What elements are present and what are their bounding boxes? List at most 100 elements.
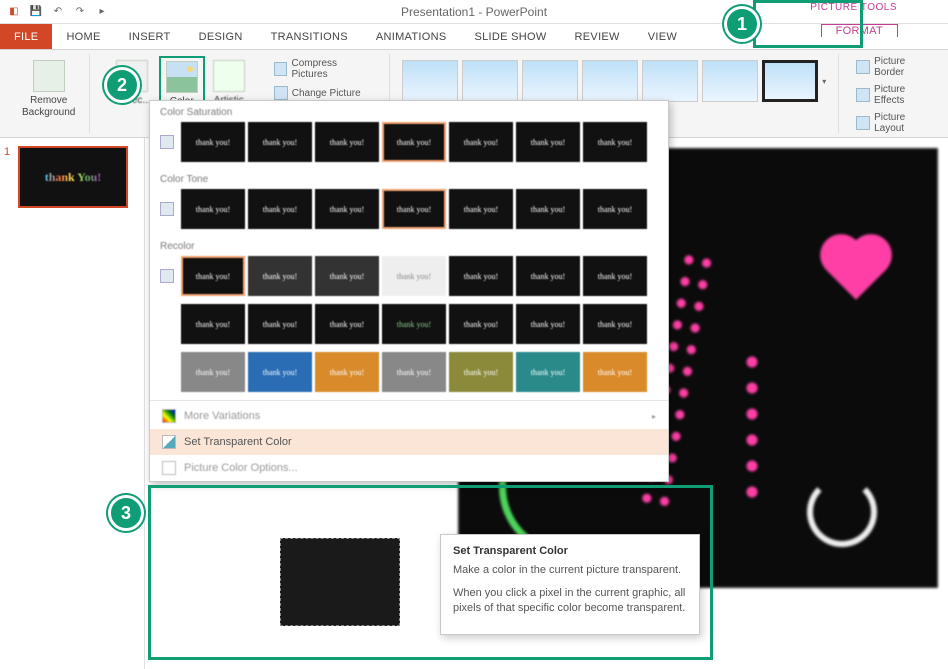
remove-background-button[interactable]: Remove Background (16, 56, 81, 123)
tone-preset[interactable]: thank you! (449, 189, 513, 229)
slide-thumbnail[interactable]: thank You! (18, 146, 128, 208)
tone-preset[interactable]: thank you! (516, 189, 580, 229)
slide-thumbnail-panel[interactable]: 1 thank You! (0, 138, 145, 669)
recolor-preset[interactable]: thank you! (382, 256, 446, 296)
callout-2: 2 (104, 67, 140, 103)
recolor-preset[interactable]: thank you! (382, 304, 446, 344)
remove-bg-label: Remove Background (22, 95, 75, 119)
tone-preset[interactable]: thank you! (181, 189, 245, 229)
undo-icon[interactable]: ↶ (50, 4, 66, 20)
recolor-preset[interactable]: thank you! (248, 304, 312, 344)
compress-pictures-button[interactable]: Compress Pictures (271, 56, 378, 82)
tab-view[interactable]: VIEW (634, 24, 691, 49)
recolor-preset[interactable]: thank you! (248, 256, 312, 296)
set-transparent-color-item[interactable]: Set Transparent Color (150, 429, 668, 455)
tab-review[interactable]: REVIEW (561, 24, 634, 49)
recolor-preset[interactable]: thank you! (583, 352, 647, 392)
recolor-icon (160, 269, 174, 283)
picture-color-options-icon (162, 461, 176, 475)
saturation-preset-selected[interactable]: thank you! (382, 122, 446, 162)
style-thumb[interactable] (762, 60, 818, 102)
picture-color-options-item[interactable]: Picture Color Options... (150, 455, 668, 481)
saturation-preset[interactable]: thank you! (516, 122, 580, 162)
layout-icon (856, 116, 870, 130)
window-title: Presentation1 - PowerPoint (401, 5, 547, 19)
picture-border-button[interactable]: Picture Border (853, 54, 940, 80)
saturation-preset[interactable]: thank you! (583, 122, 647, 162)
tab-insert[interactable]: INSERT (115, 24, 185, 49)
picture-fragment (280, 538, 400, 626)
recolor-preset[interactable]: thank you! (449, 256, 513, 296)
recolor-preset[interactable]: thank you! (181, 304, 245, 344)
slide-thumb-container: 1 thank You! (8, 146, 136, 208)
compress-icon (274, 62, 288, 76)
save-icon[interactable]: 💾 (28, 4, 44, 20)
saturation-preset[interactable]: thank you! (315, 122, 379, 162)
remove-background-icon (33, 60, 65, 92)
color-dropdown: Color Saturation thank you! thank you! t… (149, 100, 669, 482)
color-icon (166, 61, 198, 93)
picture-effects-button[interactable]: Picture Effects (853, 82, 940, 108)
tab-slideshow[interactable]: SLIDE SHOW (460, 24, 560, 49)
section-saturation: Color Saturation (150, 101, 668, 120)
start-from-beginning-icon[interactable]: ▸ (94, 4, 110, 20)
recolor-preset[interactable]: thank you! (382, 352, 446, 392)
tooltip-text: When you click a pixel in the current gr… (453, 586, 687, 616)
section-recolor: Recolor (150, 235, 668, 254)
recolor-preset[interactable]: thank you! (248, 352, 312, 392)
recolor-preset[interactable]: thank you! (449, 304, 513, 344)
section-tone: Color Tone (150, 168, 668, 187)
tab-file[interactable]: FILE (0, 24, 52, 49)
callout-1: 1 (724, 6, 760, 42)
tab-format[interactable]: FORMAT (821, 24, 898, 37)
saturation-preset[interactable]: thank you! (449, 122, 513, 162)
recolor-row-2: thank you! thank you! thank you! thank y… (150, 302, 668, 350)
tone-preset[interactable]: thank you! (583, 189, 647, 229)
tooltip-title: Set Transparent Color (453, 545, 687, 557)
style-thumb[interactable] (702, 60, 758, 102)
style-thumb[interactable] (462, 60, 518, 102)
picture-layout-button[interactable]: Picture Layout (853, 110, 940, 136)
more-variations-icon (162, 409, 176, 423)
recolor-preset[interactable]: thank you! (583, 256, 647, 296)
more-variations-item[interactable]: More Variations ▸ (150, 403, 668, 429)
style-thumb[interactable] (642, 60, 698, 102)
recolor-preset[interactable]: thank you! (449, 352, 513, 392)
saturation-preset[interactable]: thank you! (248, 122, 312, 162)
tone-preset-selected[interactable]: thank you! (382, 189, 446, 229)
redo-icon[interactable]: ↷ (72, 4, 88, 20)
contextual-tab-label: PICTURE TOOLS (804, 0, 903, 13)
recolor-preset[interactable]: thank you! (181, 352, 245, 392)
style-thumb[interactable] (582, 60, 638, 102)
recolor-preset[interactable]: thank you! (315, 352, 379, 392)
recolor-preset-selected[interactable]: thank you! (181, 256, 245, 296)
tab-transitions[interactable]: TRANSITIONS (257, 24, 362, 49)
saturation-preset[interactable]: thank you! (181, 122, 245, 162)
change-picture-icon (274, 86, 288, 100)
group-adjust-removebg: Remove Background (8, 54, 90, 133)
powerpoint-icon: ◧ (6, 4, 22, 20)
recolor-preset[interactable]: thank you! (315, 256, 379, 296)
recolor-preset[interactable]: thank you! (516, 352, 580, 392)
tab-home[interactable]: HOME (52, 24, 114, 49)
tab-design[interactable]: DESIGN (185, 24, 257, 49)
ribbon-tabs: FILE HOME INSERT DESIGN TRANSITIONS ANIM… (0, 24, 948, 50)
recolor-preset[interactable]: thank you! (516, 304, 580, 344)
tone-preset[interactable]: thank you! (248, 189, 312, 229)
slide-number: 1 (4, 146, 10, 158)
gallery-more-icon[interactable]: ▾ (822, 77, 826, 86)
artistic-icon (213, 60, 245, 92)
recolor-preset[interactable]: thank you! (315, 304, 379, 344)
tab-animations[interactable]: ANIMATIONS (362, 24, 461, 49)
tone-preset[interactable]: thank you! (315, 189, 379, 229)
recolor-preset[interactable]: thank you! (516, 256, 580, 296)
callout-3: 3 (108, 495, 144, 531)
recolor-preset[interactable]: thank you! (583, 304, 647, 344)
border-icon (856, 60, 870, 74)
tone-icon (160, 202, 174, 216)
style-thumb[interactable] (402, 60, 458, 102)
style-thumb[interactable] (522, 60, 578, 102)
tooltip-text: Make a color in the current picture tran… (453, 563, 687, 578)
picture-styles-gallery[interactable]: ▾ (398, 56, 830, 106)
slide-thumb-content: thank You! (45, 170, 102, 185)
